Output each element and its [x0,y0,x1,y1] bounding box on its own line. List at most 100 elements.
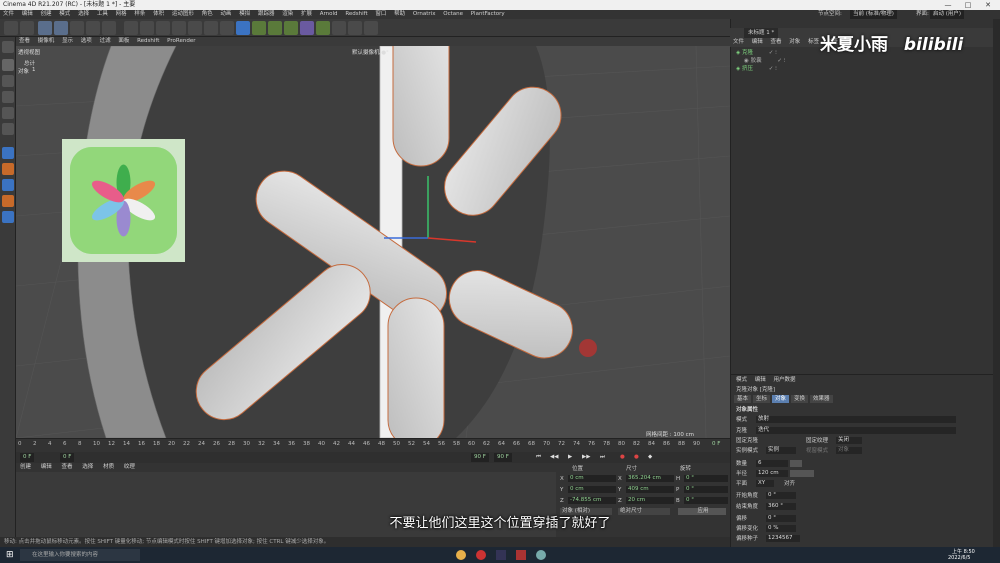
menu-item[interactable]: 体积 [153,11,164,17]
attr-tab-object[interactable]: 对象 [772,395,790,403]
attr-start-angle-field[interactable]: 0 ° [766,492,796,499]
object-menu-item[interactable]: 标签 [808,39,819,45]
menu-item[interactable]: PlantFactory [471,11,505,17]
viewport-menu-item[interactable]: 摄像机 [38,38,55,44]
menu-item[interactable]: 工具 [97,11,108,17]
preview-end-field[interactable]: 90 F [471,453,489,462]
node-space-select[interactable]: 当前 (标准/物理) [850,10,897,19]
redo-icon[interactable] [20,21,34,35]
rotation-p-field[interactable]: 0 ° [684,486,728,493]
material-menu-item[interactable]: 选择 [82,464,93,470]
edges-mode-icon[interactable] [2,107,14,119]
attr-mode-select[interactable]: 放射 [756,416,956,423]
grid-icon[interactable] [2,211,14,223]
material-menu-item[interactable]: 纹理 [124,464,135,470]
maximize-button[interactable]: □ [960,0,976,10]
menu-item[interactable]: 网格 [116,11,127,17]
object-menu-item[interactable]: 对象 [789,39,800,45]
size-z-field[interactable]: 20 cm [626,497,674,504]
minimize-button[interactable]: — [940,0,956,10]
polygons-mode-icon[interactable] [2,123,14,135]
size-x-field[interactable]: 365.204 cm [626,475,674,482]
material-menu-item[interactable]: 创建 [20,464,31,470]
render-view-icon[interactable] [188,21,202,35]
close-button[interactable]: ✕ [980,0,996,10]
attr-fix-texture-select[interactable]: 关闭 [836,437,862,444]
spline-pen-icon[interactable] [252,21,266,35]
object-menu-item[interactable]: 文件 [733,39,744,45]
viewport-3d[interactable]: 透视视图 默认摄像机 ●° 总计 对象 1 网格间距 : 100 cm [16,46,730,438]
menu-item[interactable]: 渲染 [282,11,293,17]
move-tool-icon[interactable] [54,21,68,35]
x-axis-icon[interactable] [124,21,138,35]
material-menu-item[interactable]: 查看 [62,464,73,470]
menu-item[interactable]: 创建 [41,11,52,17]
snap-icon[interactable] [2,147,14,159]
attr-radius-field[interactable]: 120 cm [756,470,788,477]
attr-menu-item[interactable]: 模式 [736,377,747,383]
object-menu-item[interactable]: 编辑 [752,39,763,45]
menu-item[interactable]: 帮助 [394,11,405,17]
points-mode-icon[interactable] [2,91,14,103]
attr-instance-select[interactable]: 实例 [766,447,796,454]
attr-menu-item[interactable]: 用户数据 [774,377,796,383]
attr-tab-effectors[interactable]: 效果器 [810,395,833,403]
viewport-menu-item[interactable]: 过滤 [100,38,111,44]
viewport-menu-item[interactable]: 显示 [62,38,73,44]
attr-radius-slider[interactable] [790,470,814,477]
menu-item[interactable]: 动画 [220,11,231,17]
menu-item[interactable]: 选择 [78,11,89,17]
next-key-icon[interactable]: ▶▶ [582,452,590,463]
lock-icon[interactable] [2,195,14,207]
light-icon[interactable] [348,21,362,35]
attr-offset-seed-field[interactable]: 1234567 [766,535,800,542]
go-end-icon[interactable]: ⏭ [600,452,605,463]
scene-tab[interactable]: 未标题 1 * [744,28,779,38]
menu-item[interactable]: 模拟 [239,11,250,17]
material-menu-item[interactable]: 材质 [103,464,114,470]
camera-icon[interactable] [332,21,346,35]
prev-key-icon[interactable]: ◀◀ [550,452,558,463]
attr-tab-transform[interactable]: 变换 [791,395,809,403]
menu-item[interactable]: 模式 [59,11,70,17]
viewport-menu-item[interactable]: 面板 [118,38,129,44]
menu-item[interactable]: 扩展 [301,11,312,17]
go-start-icon[interactable]: ⏮ [536,452,541,463]
illustrator-icon[interactable] [516,550,526,560]
rotation-b-field[interactable]: 0 ° [684,497,728,504]
environment-icon[interactable] [316,21,330,35]
menu-item[interactable]: 窗口 [375,11,386,17]
menu-item[interactable]: Redshift [345,11,367,17]
autokey-icon[interactable]: ● [634,452,639,463]
taskbar-search-input[interactable]: 在这里输入你要搜索的内容 [20,549,140,561]
attr-count-slider[interactable] [790,460,802,467]
attr-plane-select[interactable]: XY [756,480,774,487]
attr-fix-clone-label[interactable]: 固定克隆 [736,437,758,445]
scale-tool-icon[interactable] [70,21,84,35]
viewport-menu-item[interactable]: Redshift [137,38,159,44]
render-settings-icon[interactable] [220,21,234,35]
capture-icon[interactable] [536,550,546,560]
menu-item[interactable]: 文件 [3,11,14,17]
recent-tool-icon[interactable] [102,21,116,35]
start-frame-field[interactable]: 0 F [20,453,35,462]
attr-end-angle-field[interactable]: 360 ° [766,503,796,510]
play-button-icon[interactable]: ▶ [568,452,572,463]
end-frame-field[interactable]: 90 F [494,453,512,462]
model-mode-icon[interactable] [2,59,14,71]
menu-item[interactable]: 运动图形 [172,11,194,17]
timeline-ruler[interactable]: 0 2 4 6 8 10 12 14 16 18 20 22 24 26 28 … [16,438,730,452]
rotate-tool-icon[interactable] [86,21,100,35]
attr-viewport-select[interactable]: 对象 [836,447,862,454]
cloner-icon[interactable] [284,21,298,35]
menu-item[interactable]: Ornatrix [413,11,436,17]
texture-mode-icon[interactable] [2,75,14,87]
rotation-h-field[interactable]: 0 ° [684,475,728,482]
object-row-capsule[interactable]: ◉ 胶囊 ✓ ⁝ [744,58,785,65]
camera-tag[interactable]: 默认摄像机 ●° [352,48,389,56]
position-x-field[interactable]: 0 cm [568,475,616,482]
cinema4d-taskbar-icon[interactable] [496,550,506,560]
windows-start-icon[interactable]: ⊞ [6,550,14,560]
app-icon[interactable] [476,550,486,560]
deformer-icon[interactable] [300,21,314,35]
